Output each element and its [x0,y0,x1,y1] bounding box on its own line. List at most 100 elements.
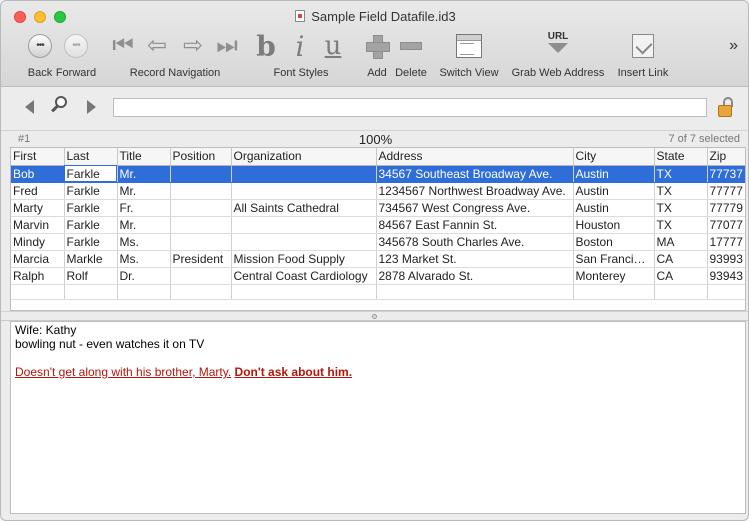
table-cell-state[interactable]: TX [654,216,708,234]
table-row[interactable]: Mindy Farkle Ms. 345678 South Charles Ave. B… [11,233,745,251]
table-row[interactable]: Marcia Markle Ms. President Mission Food Sup… [11,250,745,268]
empty-cell[interactable] [170,284,232,300]
table-row[interactable]: Ralph Rolf Dr. Central Coast Cardiology 2878… [11,267,745,285]
insert-link-button[interactable]: Insert Link [618,29,668,81]
column-header-address[interactable]: Address [376,148,574,166]
table-cell-last[interactable]: Farkle [64,182,118,200]
table-cell-organization[interactable]: Mission Food Supply [231,250,377,268]
column-header-position[interactable]: Position [170,148,232,166]
table-cell-position[interactable] [170,165,232,183]
table-cell-state[interactable]: CA [654,250,708,268]
search-next-icon[interactable] [87,100,96,114]
empty-cell[interactable] [573,284,655,300]
table-cell-address[interactable]: 2878 Alvarado St. [376,267,574,285]
table-cell-organization[interactable] [231,216,377,234]
pane-splitter[interactable] [1,311,748,321]
column-header-zip[interactable]: Zip [707,148,745,166]
table-cell-organization[interactable] [231,182,377,200]
empty-cell[interactable] [11,284,65,300]
table-cell-first[interactable]: Marvin [11,216,65,234]
table-cell-city[interactable]: Austin [573,199,655,217]
forward-button[interactable]: ••• Forward [56,29,96,81]
note-link-text-bold[interactable]: Don't ask about him. [235,365,353,379]
column-header-first[interactable]: First [11,148,65,166]
table-cell-first[interactable]: Fred [11,182,65,200]
table-cell-state[interactable]: TX [654,182,708,200]
table-cell-zip[interactable]: 93943 [707,267,745,285]
note-link-text[interactable]: Doesn't get along with his brother, Mart… [15,365,231,379]
table-cell-first[interactable]: Bob [11,165,65,183]
table-cell-state[interactable]: TX [654,165,708,183]
table-cell-title[interactable]: Mr. [117,216,171,234]
search-previous-icon[interactable] [25,100,34,114]
empty-cell[interactable] [231,284,377,300]
table-cell-zip[interactable]: 77779 [707,199,745,217]
table-cell-organization[interactable]: Central Coast Cardiology [231,267,377,285]
table-cell-city[interactable]: San Francisco [573,250,655,268]
table-cell-last[interactable]: Farkle [64,233,118,251]
table-cell-address[interactable]: 34567 Southeast Broadway Ave. [376,165,574,183]
table-cell-title[interactable]: Mr. [117,182,171,200]
table-cell-last[interactable]: Farkle [64,165,118,183]
table-cell-position[interactable] [170,199,232,217]
column-header-city[interactable]: City [573,148,655,166]
table-cell-city[interactable]: Monterey [573,267,655,285]
table-cell-address[interactable]: 1234567 Northwest Broadway Ave. [376,182,574,200]
table-cell-city[interactable]: Austin [573,182,655,200]
table-cell-position[interactable]: President [170,250,232,268]
toolbar-overflow-icon[interactable]: » [729,37,738,55]
table-cell-first[interactable]: Ralph [11,267,65,285]
table-cell-last[interactable]: Farkle [64,216,118,234]
table-cell-last[interactable]: Rolf [64,267,118,285]
column-header-state[interactable]: State [654,148,708,166]
table-cell-position[interactable] [170,233,232,251]
column-header-organization[interactable]: Organization [231,148,377,166]
table-cell-title[interactable]: Fr. [117,199,171,217]
table-cell-title[interactable]: Ms. [117,233,171,251]
table-cell-title[interactable]: Mr. [117,165,171,183]
empty-cell[interactable] [376,284,574,300]
column-header-last[interactable]: Last [64,148,118,166]
table-cell-state[interactable]: MA [654,233,708,251]
table-cell-first[interactable]: Marty [11,199,65,217]
table-row[interactable]: Marvin Farkle Mr. 84567 East Fannin St. Hous… [11,216,745,234]
lock-icon[interactable] [717,97,735,119]
table-row[interactable]: Fred Farkle Mr. 1234567 Northwest Broadway … [11,182,745,200]
notes-editor[interactable]: Wife: Kathy bowling nut - even watches i… [10,321,746,514]
table-cell-address[interactable]: 734567 West Congress Ave. [376,199,574,217]
table-cell-position[interactable] [170,216,232,234]
table-cell-title[interactable]: Dr. [117,267,171,285]
table-cell-zip[interactable]: 77737 [707,165,745,183]
table-cell-organization[interactable]: All Saints Cathedral [231,199,377,217]
column-header-title[interactable]: Title [117,148,171,166]
empty-cell[interactable] [64,284,118,300]
search-input[interactable] [113,98,707,117]
table-cell-address[interactable]: 84567 East Fannin St. [376,216,574,234]
table-cell-last[interactable]: Markle [64,250,118,268]
table-cell-first[interactable]: Marcia [11,250,65,268]
table-row[interactable]: Bob Farkle Mr. 34567 Southeast Broadway Ave… [11,165,745,183]
table-cell-position[interactable] [170,182,232,200]
splitter-handle-icon[interactable] [372,314,377,319]
table-cell-state[interactable]: TX [654,199,708,217]
table-cell-first[interactable]: Mindy [11,233,65,251]
table-cell-city[interactable]: Austin [573,165,655,183]
table-cell-address[interactable]: 345678 South Charles Ave. [376,233,574,251]
empty-row[interactable] [11,284,745,300]
table-cell-last[interactable]: Farkle [64,199,118,217]
table-cell-zip[interactable]: 77777 [707,182,745,200]
table-cell-state[interactable]: CA [654,267,708,285]
table-cell-zip[interactable]: 93993 [707,250,745,268]
delete-button[interactable]: Delete [395,29,427,81]
empty-cell[interactable] [654,284,708,300]
zoom-level[interactable]: 100% [1,132,748,147]
search-icon[interactable] [51,95,69,117]
table-row[interactable]: Marty Farkle Fr. All Saints Cathedral 734567… [11,199,745,217]
table-cell-title[interactable]: Ms. [117,250,171,268]
table-cell-zip[interactable]: 17777 [707,233,745,251]
table-cell-city[interactable]: Houston [573,216,655,234]
empty-cell[interactable] [117,284,171,300]
table-cell-address[interactable]: 123 Market St. [376,250,574,268]
table-cell-position[interactable] [170,267,232,285]
table-cell-organization[interactable] [231,233,377,251]
